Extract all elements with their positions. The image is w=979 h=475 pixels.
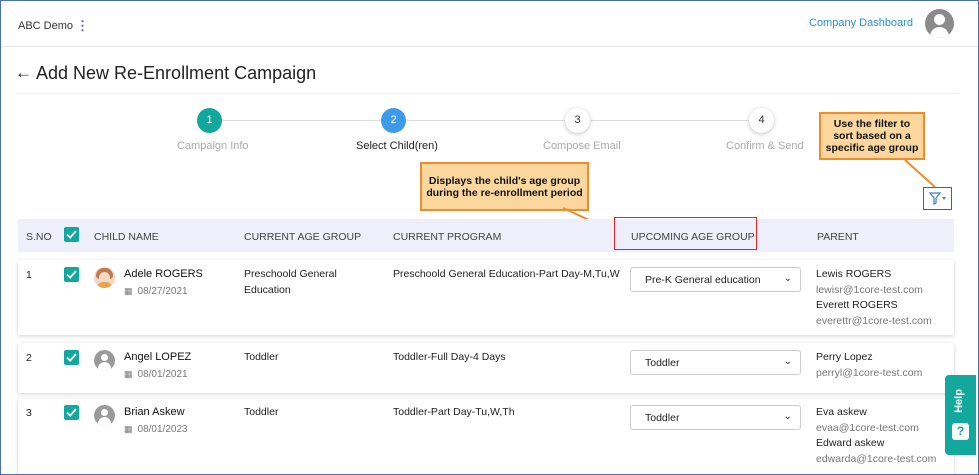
parent-name: Perry Lopez bbox=[816, 351, 873, 363]
calendar-icon: ▦ bbox=[124, 286, 133, 296]
child-dob: ▦ 08/27/2021 bbox=[124, 286, 188, 297]
step-2-circle[interactable]: 2 bbox=[381, 108, 406, 133]
row-sno: 3 bbox=[26, 407, 32, 419]
chevron-down-icon: ⌄ bbox=[783, 273, 792, 284]
age-group-callout: Displays the child's age group during th… bbox=[420, 162, 589, 211]
select-all-checkbox[interactable] bbox=[64, 227, 79, 242]
table-row: 1 Adele ROGERS ▦ 08/27/2021 Preschoold Ge… bbox=[18, 260, 954, 335]
arrow-left-icon[interactable]: ← bbox=[15, 63, 32, 83]
help-tab[interactable]: Help ? bbox=[945, 375, 976, 455]
upcoming-age-group-select[interactable]: Pre-K General education ⌄ bbox=[630, 267, 801, 292]
child-avatar-icon bbox=[94, 405, 115, 426]
step-2-label: Select Child(ren) bbox=[356, 140, 438, 152]
child-photo bbox=[94, 267, 115, 288]
company-dashboard-link[interactable]: Company Dashboard bbox=[809, 17, 913, 29]
step-3-circle[interactable]: 3 bbox=[565, 108, 590, 133]
parent-name: Edward askew bbox=[816, 437, 885, 449]
parent-email: perryl@1core-test.com bbox=[816, 367, 923, 379]
row-checkbox[interactable] bbox=[64, 405, 79, 420]
header-parent: PARENT bbox=[817, 231, 859, 243]
title-divider bbox=[15, 93, 957, 94]
top-bar: ABC Demo ⋮ Company Dashboard bbox=[1, 1, 978, 47]
header-child-name: CHILD NAME bbox=[94, 231, 159, 243]
user-avatar-icon[interactable] bbox=[925, 9, 954, 38]
filter-callout: Use the filter to sort based on a specif… bbox=[819, 112, 925, 160]
header-current-program: CURRENT PROGRAM bbox=[393, 231, 502, 243]
table-header: S.NO CHILD NAME CURRENT AGE GROUP CURREN… bbox=[18, 219, 954, 252]
parent-name: Eva askew bbox=[816, 406, 867, 418]
step-1-label: Campaign Info bbox=[177, 140, 249, 152]
callout-pointer bbox=[904, 159, 936, 188]
upcoming-age-group-highlight bbox=[614, 217, 757, 250]
step-connector bbox=[407, 120, 565, 121]
current-program: Preschoold General Education-Part Day-M,… bbox=[393, 268, 620, 280]
upcoming-age-group-select[interactable]: Toddler ⌄ bbox=[630, 350, 801, 375]
app-frame: ABC Demo ⋮ Company Dashboard ← Add New R… bbox=[0, 0, 979, 475]
row-checkbox[interactable] bbox=[64, 267, 79, 282]
step-connector bbox=[223, 120, 381, 121]
row-checkbox[interactable] bbox=[64, 350, 79, 365]
parent-email: everettr@1core-test.com bbox=[816, 315, 932, 327]
parent-email: evaa@1core-test.com bbox=[816, 422, 919, 434]
parent-email: lewisr@1core-test.com bbox=[816, 284, 923, 296]
step-4-circle[interactable]: 4 bbox=[749, 108, 774, 133]
filter-icon bbox=[929, 192, 946, 205]
row-sno: 2 bbox=[26, 352, 32, 364]
table-row: 2 Angel LOPEZ ▦ 08/01/2021 Toddler Toddle… bbox=[18, 343, 954, 393]
parent-name: Everett ROGERS bbox=[816, 299, 898, 311]
parent-email: edwarda@1core-test.com bbox=[816, 453, 937, 465]
chevron-down-icon: ⌄ bbox=[783, 411, 792, 422]
current-age-group: Preschoold General bbox=[244, 268, 337, 280]
child-avatar-icon bbox=[94, 350, 115, 371]
step-3-label: Compose Email bbox=[543, 140, 621, 152]
question-icon: ? bbox=[952, 423, 969, 440]
step-1-circle[interactable]: 1 bbox=[197, 108, 222, 133]
current-program: Toddler-Part Day-Tu,W,Th bbox=[393, 406, 515, 418]
page-title: Add New Re-Enrollment Campaign bbox=[36, 63, 317, 83]
parent-name: Lewis ROGERS bbox=[816, 268, 892, 280]
brand-name: ABC Demo bbox=[18, 20, 74, 32]
current-age-group-cont: Education bbox=[244, 284, 291, 296]
help-label: Help bbox=[953, 389, 965, 413]
child-dob: ▦ 08/01/2023 bbox=[124, 424, 188, 435]
child-name: Brian Askew bbox=[124, 406, 185, 418]
vertical-dots-icon[interactable]: ⋮ bbox=[76, 18, 89, 34]
filter-button[interactable] bbox=[923, 187, 952, 210]
child-name: Adele ROGERS bbox=[124, 268, 203, 280]
table-row: 3 Brian Askew ▦ 08/01/2023 Toddler Toddle… bbox=[18, 399, 954, 474]
current-age-group: Toddler bbox=[244, 406, 279, 418]
current-age-group: Toddler bbox=[244, 351, 279, 363]
step-4-label: Confirm & Send bbox=[726, 140, 804, 152]
current-program: Toddler-Full Day-4 Days bbox=[393, 351, 506, 363]
step-connector bbox=[591, 120, 749, 121]
child-name: Angel LOPEZ bbox=[124, 351, 192, 363]
child-dob: ▦ 08/01/2021 bbox=[124, 369, 188, 380]
chevron-down-icon: ⌄ bbox=[783, 356, 792, 367]
upcoming-age-group-select[interactable]: Toddler ⌄ bbox=[630, 405, 801, 430]
header-sno: S.NO bbox=[26, 231, 52, 243]
header-current-age-group: CURRENT AGE GROUP bbox=[244, 231, 362, 243]
row-sno: 1 bbox=[26, 269, 32, 281]
calendar-icon: ▦ bbox=[124, 424, 133, 434]
calendar-icon: ▦ bbox=[124, 369, 133, 379]
